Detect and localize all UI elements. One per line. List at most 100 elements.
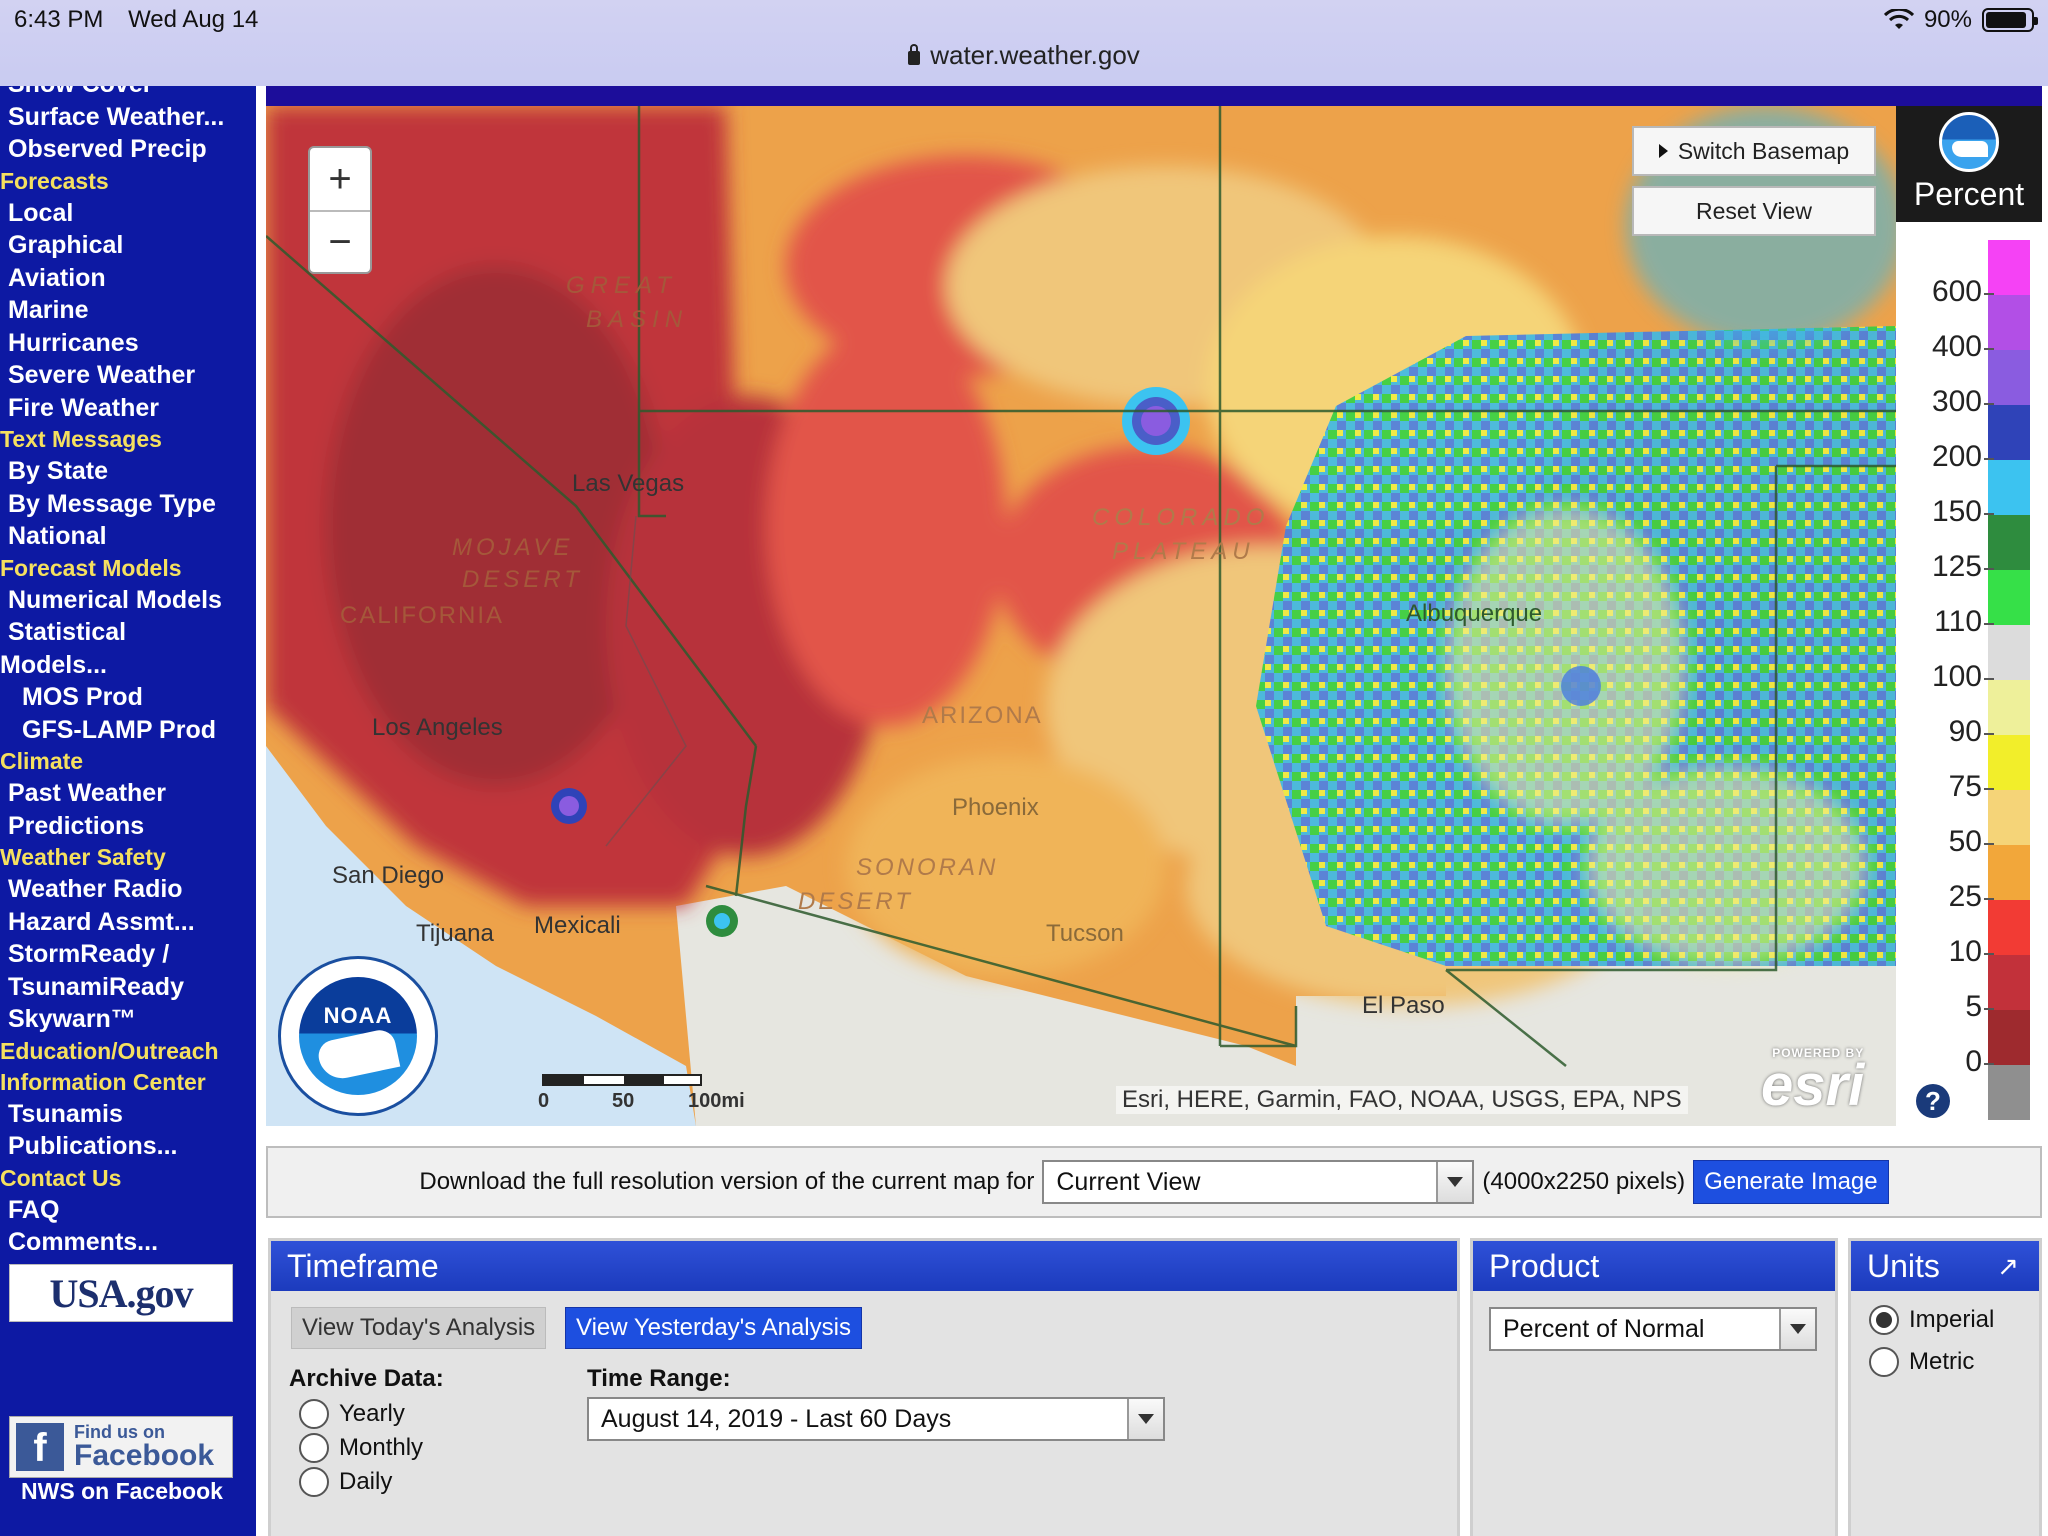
legend-swatch [1988,460,2030,515]
radio-yearly[interactable]: Yearly [299,1399,405,1429]
nws-facebook-link[interactable]: NWS on Facebook [0,1478,244,1505]
browser-top-bar: 6:43 PM Wed Aug 14 90% water.weather.gov [0,0,2048,86]
sidebar-link[interactable]: GFS-LAMP Prod [0,714,256,747]
radio-button[interactable] [1869,1347,1899,1377]
legend-swatch [1988,240,2030,295]
sidebar-section-heading[interactable]: Information Center [0,1067,256,1098]
radio-metric[interactable]: Metric [1869,1347,1974,1377]
place-label: Mexicali [534,912,621,939]
scale-label: 0 [538,1090,550,1112]
scale-bar: 0 50 100mi [538,1074,745,1112]
switch-basemap-button[interactable]: Switch Basemap [1632,126,1876,176]
sidebar-section-heading[interactable]: Education/Outreach [0,1036,256,1067]
radio-daily[interactable]: Daily [299,1467,392,1497]
sidebar-link[interactable]: Publications... [0,1130,256,1163]
legend-tick-label: 5 [1902,990,1994,1024]
usa-gov-badge[interactable]: USA.gov [9,1264,233,1322]
sidebar-link[interactable]: Numerical Models [0,584,256,617]
sidebar-link[interactable]: Graphical [0,229,256,262]
help-icon[interactable]: ? [1916,1084,1950,1118]
legend-color-ramp [1988,240,2030,1120]
place-label: Phoenix [952,794,1039,821]
sidebar-link[interactable]: StormReady / [0,938,256,971]
radio-button[interactable] [1869,1305,1899,1335]
sidebar-section-heading[interactable]: Forecasts [0,166,256,197]
radio-monthly[interactable]: Monthly [299,1433,423,1463]
generate-image-button[interactable]: Generate Image [1693,1160,1889,1204]
legend-tick-label: 50 [1902,825,1994,859]
product-select[interactable]: Percent of Normal [1489,1307,1817,1351]
sidebar-link[interactable]: Models... [0,649,256,682]
legend-tick-label: 75 [1902,770,1994,804]
sidebar-link[interactable]: Surface Weather... [0,101,256,134]
wifi-icon [1883,9,1914,29]
sidebar-section-heading[interactable]: Weather Safety [0,842,256,873]
chevron-down-icon [1436,1162,1473,1202]
view-yesterday-button[interactable]: View Yesterday's Analysis [565,1307,862,1349]
place-label: GREAT [566,272,677,299]
product-panel: Product Percent of Normal [1470,1238,1838,1536]
radio-button[interactable] [299,1467,329,1497]
download-view-select[interactable]: Current View [1042,1160,1475,1204]
sidebar-link[interactable]: Snow Cover [0,86,256,101]
url-bar[interactable]: water.weather.gov [0,40,2048,71]
sidebar-link[interactable]: Hazard Assmt... [0,906,256,939]
reset-view-button[interactable]: Reset View [1632,186,1876,236]
precip-map[interactable]: + − Switch Basemap Reset View Las Vegas … [266,106,1896,1126]
sidebar-link[interactable]: FAQ [0,1194,256,1227]
sidebar-link[interactable]: MOS Prod [0,681,256,714]
sidebar-section-heading[interactable]: Text Messages [0,424,256,455]
facebook-badge[interactable]: f Find us on Facebook [9,1416,233,1478]
sidebar-link[interactable]: Observed Precip [0,133,256,166]
radio-button[interactable] [299,1433,329,1463]
sidebar-link[interactable]: Skywarn™ [0,1003,256,1036]
expand-icon[interactable]: ↗ [1997,1251,2019,1282]
sidebar-link[interactable]: Hurricanes [0,327,256,360]
sidebar-link[interactable]: Past Weather [0,777,256,810]
radio-button[interactable] [299,1399,329,1429]
sidebar-link[interactable]: Comments... [0,1226,256,1259]
esri-logo: POWERED BY esri [1761,1046,1865,1118]
view-today-button[interactable]: View Today's Analysis [291,1307,547,1349]
sidebar-link[interactable]: By Message Type [0,488,256,521]
sidebar-link[interactable]: Weather Radio [0,873,256,906]
place-label: ARIZONA [922,702,1043,729]
sidebar-link[interactable]: TsunamiReady [0,971,256,1004]
scale-label: 100mi [688,1090,745,1112]
time-range-select[interactable]: August 14, 2019 - Last 60 Days [587,1397,1165,1441]
download-bar: Download the full resolution version of … [266,1146,2042,1218]
place-label: BASIN [586,306,689,333]
zoom-in-button[interactable]: + [310,148,370,210]
sidebar-link[interactable]: Statistical [0,616,256,649]
sidebar-link[interactable]: National [0,520,256,553]
scale-label: 50 [612,1090,635,1112]
archive-data-label: Archive Data: [289,1365,444,1392]
sidebar-section-heading[interactable]: Climate [0,746,256,777]
seagull-icon [315,1027,401,1083]
status-date: Wed Aug 14 [128,6,259,33]
sidebar-link[interactable]: Aviation [0,262,256,295]
sidebar-link[interactable]: Predictions [0,810,256,843]
sidebar-section-heading[interactable]: Forecast Models [0,553,256,584]
legend-tick-label: 125 [1902,550,1994,584]
sidebar-link[interactable]: Marine [0,294,256,327]
radio-imperial[interactable]: Imperial [1869,1305,1994,1335]
map-legend: Percent 600 400 300 200 150 125 110 100 90 75 50 25… [1896,106,2048,1126]
legend-header: Percent [1896,106,2042,222]
place-label: COLORADO [1092,504,1270,531]
zoom-out-button[interactable]: − [310,210,370,272]
sidebar-link[interactable]: Tsunamis [0,1098,256,1131]
place-label: DESERT [798,888,913,915]
legend-swatch [1988,900,2030,955]
legend-tick-label: 200 [1902,440,1994,474]
sidebar-link[interactable]: By State [0,455,256,488]
place-label: Albuquerque [1406,600,1543,627]
legend-swatch [1988,1065,2030,1120]
sidebar-link[interactable]: Local [0,197,256,230]
legend-swatch [1988,680,2030,735]
noaa-logo-icon [1939,112,1999,172]
sidebar-section-heading[interactable]: Contact Us [0,1163,256,1194]
sidebar-link[interactable]: Fire Weather [0,392,256,425]
sidebar-link[interactable]: Severe Weather [0,359,256,392]
facebook-icon: f [16,1423,64,1471]
